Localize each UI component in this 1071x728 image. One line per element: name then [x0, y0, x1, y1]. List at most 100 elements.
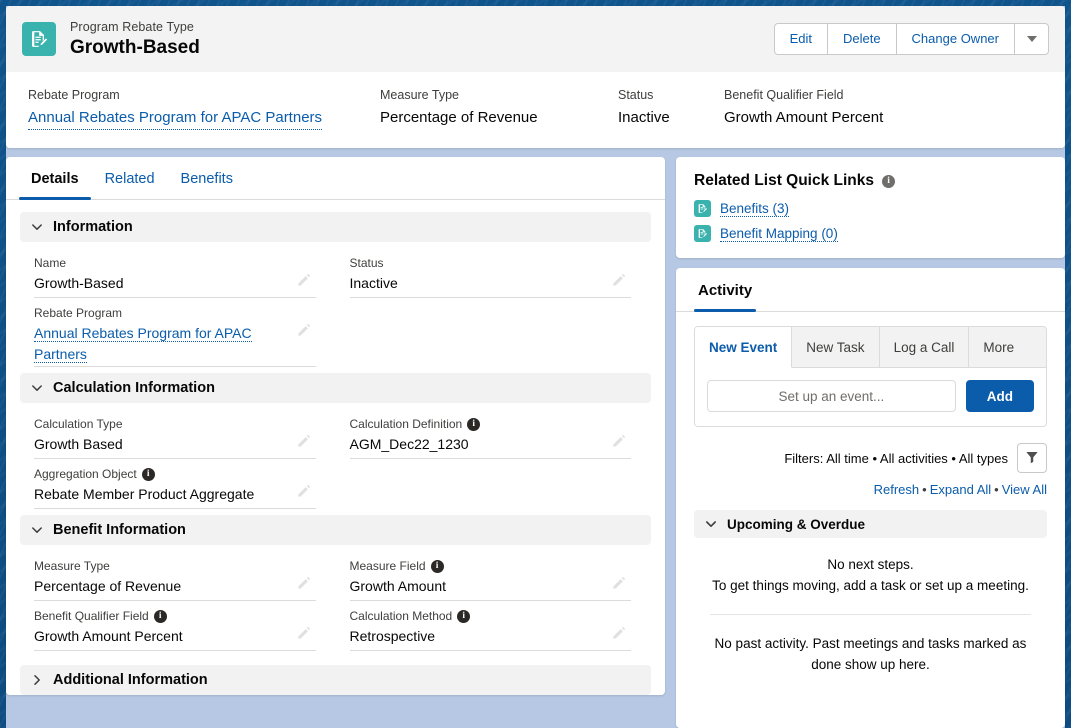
section-header-benefit-information[interactable]: Benefit Information — [20, 515, 651, 545]
record-type-label: Program Rebate Type — [70, 19, 194, 34]
edit-pencil-icon[interactable] — [611, 625, 631, 645]
field-label: Status — [349, 256, 384, 270]
refresh-link[interactable]: Refresh — [874, 482, 920, 497]
field-label: Status — [618, 88, 654, 102]
chevron-down-icon — [30, 381, 44, 395]
section-header-calculation-information[interactable]: Calculation Information — [20, 373, 651, 403]
edit-pencil-icon[interactable] — [296, 322, 316, 342]
section-title: Benefit Information — [53, 522, 186, 538]
publisher-tab-more[interactable]: More — [969, 327, 1046, 368]
section-title: Calculation Information — [53, 380, 215, 396]
section-title: Additional Information — [53, 672, 208, 688]
field-value: Growth Amount Percent — [724, 109, 884, 126]
info-icon[interactable]: i — [430, 559, 444, 573]
info-icon[interactable]: i — [457, 609, 471, 623]
field-rebate-program: Rebate Program Annual Rebates Program fo… — [20, 300, 336, 369]
publisher-tab-log-a-call[interactable]: Log a Call — [879, 327, 970, 368]
left-column: Details Related Benefits Information Nam… — [6, 157, 665, 728]
record-tabs: Details Related Benefits — [6, 157, 665, 200]
field-calculation-method: Calculation Method i Retrospective — [336, 603, 652, 653]
activity-publisher: New Event New Task Log a Call More Add — [694, 326, 1047, 427]
upcoming-overdue-title: Upcoming & Overdue — [727, 516, 866, 532]
field-value: Growth Amount — [349, 578, 447, 594]
edit-pencil-icon[interactable] — [611, 272, 631, 292]
edit-pencil-icon[interactable] — [296, 483, 316, 503]
upcoming-overdue-header[interactable]: Upcoming & Overdue — [694, 510, 1047, 538]
filter-icon — [1025, 450, 1039, 467]
publisher-tab-new-task[interactable]: New Task — [792, 327, 880, 368]
section-header-additional-information[interactable]: Additional Information — [20, 665, 651, 695]
info-icon[interactable]: i — [467, 417, 481, 431]
expand-all-link[interactable]: Expand All — [930, 482, 991, 497]
tab-details[interactable]: Details — [18, 157, 92, 200]
field-value: Growth Based — [34, 436, 123, 452]
field-measure-type: Measure Type Percentage of Revenue — [20, 553, 336, 603]
edit-pencil-icon[interactable] — [296, 625, 316, 645]
chevron-right-icon — [30, 673, 44, 687]
field-value: Growth Amount Percent — [34, 628, 183, 644]
activity-body: New Event New Task Log a Call More Add — [676, 312, 1065, 689]
field-label: Measure Type — [380, 88, 459, 102]
edit-pencil-icon[interactable] — [296, 575, 316, 595]
edit-pencil-icon[interactable] — [296, 272, 316, 292]
filters-text: Filters: All time • All activities • All… — [784, 450, 1008, 466]
field-label: Calculation Method — [349, 609, 453, 623]
chevron-down-icon — [30, 220, 44, 234]
tab-benefits[interactable]: Benefits — [168, 157, 246, 199]
no-past-activity-text: No past activity. Past meetings and task… — [714, 636, 1027, 672]
tab-related[interactable]: Related — [92, 157, 168, 199]
related-links-title: Related List Quick Links — [694, 172, 875, 189]
link-separator: • — [994, 482, 999, 497]
field-label: Rebate Program — [28, 88, 120, 102]
info-icon[interactable]: i — [153, 609, 167, 623]
chevron-down-icon — [30, 523, 44, 537]
activity-tabs: Activity — [676, 268, 1065, 312]
change-owner-button[interactable]: Change Owner — [896, 23, 1015, 55]
field-name: Name Growth-Based — [20, 250, 336, 300]
highlight-field-measure-type: Measure Type Percentage of Revenue — [380, 86, 618, 130]
rebate-program-link[interactable]: Annual Rebates Program for APAC Partners — [28, 107, 323, 130]
benefits-link[interactable]: Benefits (3) — [720, 201, 790, 217]
details-panel: Information Name Growth-Based Status Ina… — [6, 200, 665, 695]
field-label: Rebate Program — [34, 306, 123, 320]
info-icon[interactable]: i — [882, 174, 896, 188]
info-icon[interactable]: i — [141, 467, 155, 481]
field-label: Measure Type — [34, 559, 110, 573]
record-document-icon — [694, 225, 711, 242]
more-actions-button[interactable] — [1015, 23, 1049, 55]
section-header-information[interactable]: Information — [20, 212, 651, 242]
benefit-mapping-link[interactable]: Benefit Mapping (0) — [720, 226, 838, 242]
edit-pencil-icon[interactable] — [611, 575, 631, 595]
field-benefit-qualifier-field: Benefit Qualifier Field i Growth Amount … — [20, 603, 336, 653]
quick-link-benefits[interactable]: Benefits (3) — [694, 200, 1047, 217]
highlights-panel: Program Rebate Type Growth-Based Edit De… — [6, 6, 1065, 148]
chevron-down-icon — [704, 517, 718, 531]
details-card: Details Related Benefits Information Nam… — [6, 157, 665, 695]
activity-filters-row: Filters: All time • All activities • All… — [694, 443, 1047, 473]
right-column: Related List Quick Links i Benefits (3) … — [676, 157, 1065, 728]
view-all-link[interactable]: View All — [1002, 482, 1047, 497]
event-input[interactable] — [707, 380, 956, 412]
filter-button[interactable] — [1017, 443, 1047, 473]
edit-pencil-icon[interactable] — [611, 433, 631, 453]
edit-button[interactable]: Edit — [773, 23, 828, 55]
publisher-input-row: Add — [695, 368, 1046, 426]
field-label: Benefit Qualifier Field — [34, 609, 149, 623]
field-value: Percentage of Revenue — [34, 578, 182, 594]
no-next-steps-line2: To get things moving, add a task or set … — [712, 578, 1029, 593]
rebate-program-link[interactable]: Annual Rebates Program for APAC Partners — [34, 324, 252, 363]
section-fields-calculation-information: Calculation Type Growth Based Calculatio… — [20, 405, 651, 515]
field-label: Name — [34, 256, 67, 270]
quick-link-benefit-mapping[interactable]: Benefit Mapping (0) — [694, 225, 1047, 242]
add-button[interactable]: Add — [965, 380, 1034, 412]
delete-button[interactable]: Delete — [827, 23, 897, 55]
field-measure-field: Measure Field i Growth Amount — [336, 553, 652, 603]
tab-activity[interactable]: Activity — [694, 268, 757, 312]
field-value: Retrospective — [349, 628, 436, 644]
page-title: Growth-Based — [70, 36, 200, 58]
field-status: Status Inactive — [336, 250, 652, 300]
field-label: Aggregation Object — [34, 467, 137, 481]
edit-pencil-icon[interactable] — [296, 433, 316, 453]
publisher-tab-new-event[interactable]: New Event — [695, 327, 793, 368]
page-body: Details Related Benefits Information Nam… — [6, 157, 1065, 728]
